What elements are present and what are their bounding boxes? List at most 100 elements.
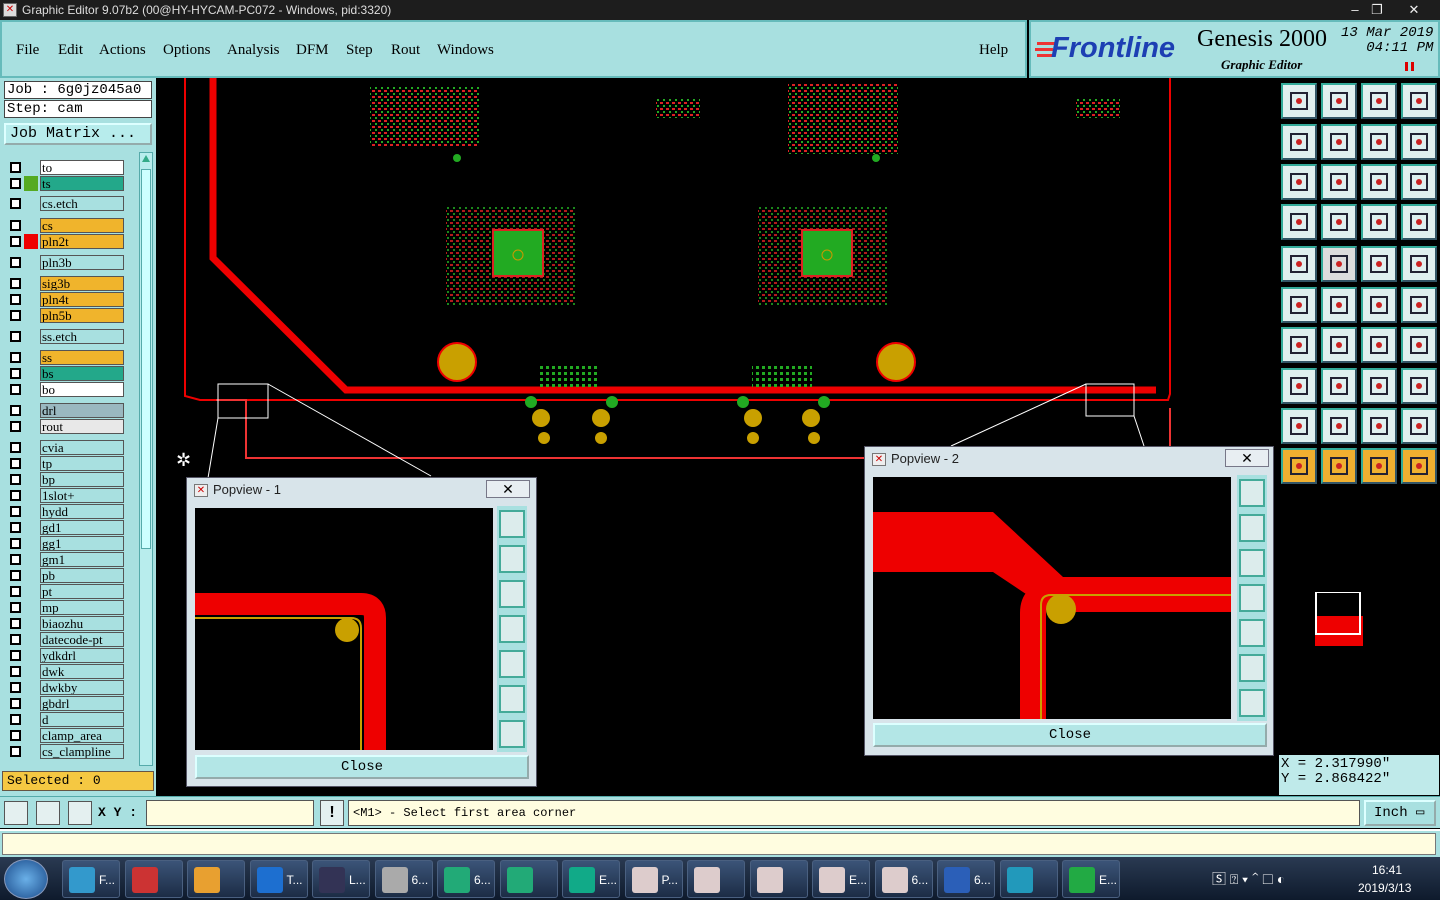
layer-checkbox[interactable]: [10, 586, 21, 597]
layer-checkbox[interactable]: [10, 368, 21, 379]
popview-1-tool-6[interactable]: [499, 685, 525, 713]
layer-checkbox[interactable]: [10, 384, 21, 395]
layer-checkbox[interactable]: [10, 554, 21, 565]
layer-row[interactable]: drl: [6, 403, 124, 418]
save-icon[interactable]: [1321, 83, 1357, 119]
layer-checkbox[interactable]: [10, 602, 21, 613]
layer-checkbox[interactable]: [10, 746, 21, 757]
popview-1-tool-7[interactable]: [499, 720, 525, 748]
triangle-d-icon[interactable]: [1401, 408, 1437, 444]
layer-row[interactable]: ss: [6, 350, 124, 365]
layer-row[interactable]: gbdrl: [6, 696, 124, 711]
layer-checkbox[interactable]: [10, 405, 21, 416]
layer-checkbox[interactable]: [10, 458, 21, 469]
layer-checkbox[interactable]: [10, 698, 21, 709]
menu-options[interactable]: Options: [163, 42, 211, 59]
layer-row[interactable]: pt: [6, 584, 124, 599]
feature-icon[interactable]: [1321, 246, 1357, 282]
layer-checkbox[interactable]: [10, 634, 21, 645]
layer-checkbox[interactable]: [10, 310, 21, 321]
arc-icon[interactable]: [1361, 327, 1397, 363]
command-line[interactable]: [0, 829, 1440, 857]
step-left-icon[interactable]: [1281, 124, 1317, 160]
menu-dfm[interactable]: DFM: [296, 42, 329, 59]
layer-row[interactable]: ydkdrl: [6, 648, 124, 663]
layer-checkbox[interactable]: [10, 666, 21, 677]
layer-row[interactable]: bo: [6, 382, 124, 397]
layer-row[interactable]: to: [6, 160, 124, 175]
layer-row[interactable]: sig3b: [6, 276, 124, 291]
scale-icon[interactable]: [1361, 164, 1397, 200]
taskbar-item[interactable]: T...: [249, 860, 308, 898]
triangle-a-icon[interactable]: [1281, 408, 1317, 444]
layer-checkbox[interactable]: [10, 178, 21, 189]
scroll-up-icon[interactable]: [142, 155, 150, 162]
layer-checkbox[interactable]: [10, 294, 21, 305]
start-button[interactable]: [4, 859, 48, 899]
taskbar-item[interactable]: [687, 860, 745, 898]
taskbar-item[interactable]: [749, 860, 808, 898]
layer-row[interactable]: gg1: [6, 536, 124, 551]
window-icon[interactable]: [1401, 83, 1437, 119]
layer-row[interactable]: gd1: [6, 520, 124, 535]
circle-icon[interactable]: [1401, 246, 1437, 282]
angle-icon[interactable]: [1281, 327, 1317, 363]
menu-actions[interactable]: Actions: [99, 42, 146, 59]
taskbar-item[interactable]: 6...: [437, 860, 495, 898]
home-icon[interactable]: [1361, 83, 1397, 119]
layer-row[interactable]: dwkby: [6, 680, 124, 695]
layer-checkbox[interactable]: [10, 474, 21, 485]
popview-1-tool-4[interactable]: [499, 615, 525, 643]
layer-checkbox[interactable]: [10, 730, 21, 741]
menu-step[interactable]: Step: [346, 42, 373, 59]
layer-row[interactable]: pln2t: [6, 234, 124, 249]
layer-row[interactable]: hydd: [6, 504, 124, 519]
menu-help[interactable]: Help: [979, 42, 1008, 59]
taskbar-item[interactable]: 6...: [374, 860, 433, 898]
pointer-icon[interactable]: [1281, 448, 1317, 484]
layer-row[interactable]: d: [6, 712, 124, 727]
open-job-icon[interactable]: [1281, 83, 1317, 119]
warning-icon[interactable]: !: [320, 800, 344, 826]
popview-2-tool-7[interactable]: [1239, 689, 1265, 717]
popview-1-close-x[interactable]: ✕: [486, 480, 530, 498]
popview-2-tool-5[interactable]: [1239, 619, 1265, 647]
step-right-icon[interactable]: [1321, 124, 1357, 160]
taskbar-item[interactable]: 6...: [874, 860, 933, 898]
job-matrix-button[interactable]: Job Matrix ...: [4, 123, 152, 145]
popview-1-tool-5[interactable]: [499, 650, 525, 678]
pan-icon[interactable]: [1321, 164, 1357, 200]
popview-2-tool-3[interactable]: [1239, 549, 1265, 577]
layer-row[interactable]: mp: [6, 600, 124, 615]
layer-row[interactable]: pln3b: [6, 255, 124, 270]
taskbar-item[interactable]: [187, 860, 245, 898]
layer-row[interactable]: pb: [6, 568, 124, 583]
popview-2-close-button[interactable]: Close: [873, 723, 1267, 747]
layers-b-icon[interactable]: [1401, 204, 1437, 240]
layer-checkbox[interactable]: [10, 331, 21, 342]
layer-checkbox[interactable]: [10, 257, 21, 268]
layer-checkbox[interactable]: [10, 442, 21, 453]
layers-a-icon[interactable]: [1361, 204, 1397, 240]
taskbar-item[interactable]: L...: [312, 860, 370, 898]
drill-a-icon[interactable]: [1361, 287, 1397, 323]
layer-checkbox[interactable]: [10, 538, 21, 549]
layer-checkbox[interactable]: [10, 220, 21, 231]
menu-file[interactable]: File: [16, 42, 39, 59]
resize-icon[interactable]: [1361, 368, 1397, 404]
cross-icon[interactable]: [1321, 287, 1357, 323]
popview-2-tool-1[interactable]: [1239, 479, 1265, 507]
help-icon[interactable]: [1401, 164, 1437, 200]
layer-row[interactable]: bp: [6, 472, 124, 487]
taskbar-item[interactable]: E...: [812, 860, 870, 898]
units-selector[interactable]: Inch ▭: [1364, 800, 1436, 826]
layer-row[interactable]: 1slot+: [6, 488, 124, 503]
taskbar-item[interactable]: [124, 860, 183, 898]
taskbar-item[interactable]: E...: [562, 860, 620, 898]
pad-edit-icon[interactable]: [1281, 368, 1317, 404]
layer-checkbox[interactable]: [10, 618, 21, 629]
layer-checkbox[interactable]: [10, 352, 21, 363]
taskbar-item[interactable]: P...: [624, 860, 683, 898]
tray-icons[interactable]: 🅂 ⍰ ▾ ⌃ ☐ ◐: [1212, 869, 1285, 889]
layer-checkbox[interactable]: [10, 162, 21, 173]
